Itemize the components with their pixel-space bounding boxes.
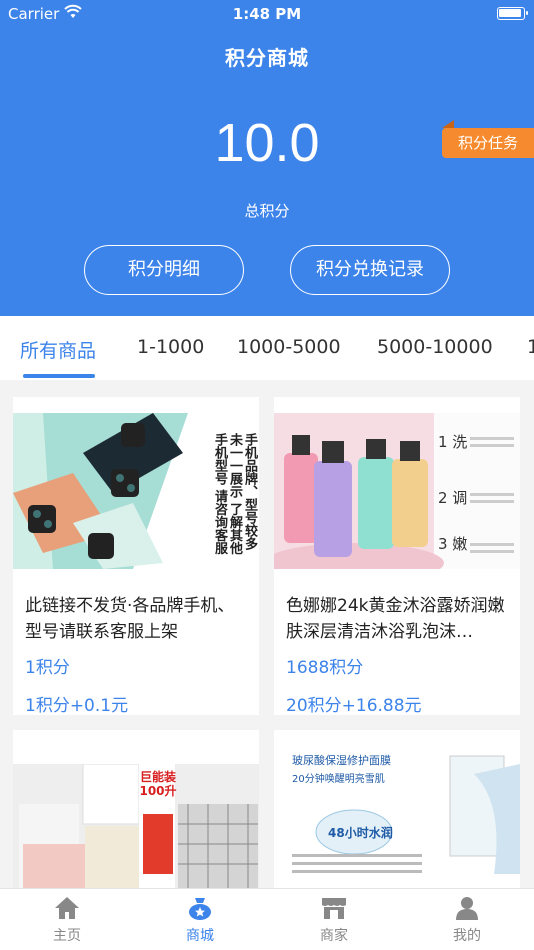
tabbar-label: 我的: [453, 928, 481, 944]
product-image-caption: 巨能装: [139, 770, 176, 784]
product-name: 此链接不发货·各品牌手机、型号请联系客服上架: [25, 596, 235, 642]
product-image-step: 3 嫩: [438, 535, 468, 553]
product-card[interactable]: 玻尿酸保湿修护面膜 20分钟唤醒明亮雪肌 48小时水润: [274, 730, 520, 890]
tab-all-products[interactable]: 所有商品: [20, 336, 96, 363]
product-image: 1 洗 2 调 3 嫩: [274, 413, 520, 569]
product-image-caption: 100升: [139, 784, 177, 798]
tab-next[interactable]: 1: [527, 336, 534, 358]
battery-icon: [497, 7, 528, 20]
shop-icon: [322, 898, 346, 919]
tabbar-home[interactable]: 主页: [27, 895, 107, 945]
tabbar-label: 商城: [186, 928, 214, 944]
tabbar-mall[interactable]: 商城: [160, 895, 240, 945]
product-card[interactable]: 巨能装 100升: [13, 730, 259, 890]
status-bar: Carrier 1:48 PM: [0, 0, 534, 28]
product-card[interactable]: 手机品牌、型号较多 未一一展示 了解其他手机型号 请咨询客服 此链接不发货·各品…: [13, 397, 259, 715]
points-detail-button[interactable]: 积分明细: [84, 245, 244, 295]
product-card[interactable]: 1 洗 2 调 3 嫩 色娜娜24k黄金沐浴露娇润嫩肤深层清洁沐浴乳泡沫… 16…: [274, 397, 520, 715]
product-price: 20积分+16.88元: [286, 696, 422, 715]
user-icon: [456, 897, 478, 920]
product-name: 色娜娜24k黄金沐浴露娇润嫩肤深层清洁沐浴乳泡沫…: [286, 596, 505, 642]
product-image: 巨能装 100升: [13, 764, 259, 890]
product-image: 手机品牌、型号较多 未一一展示 了解其他手机型号 请咨询客服: [13, 413, 259, 569]
tabbar-profile[interactable]: 我的: [427, 895, 507, 945]
header: Carrier 1:48 PM 积分商城 10.0 总积分 积分任务 积分明细 …: [0, 0, 534, 316]
mall-bag-icon: [189, 898, 211, 920]
points-task-badge[interactable]: 积分任务: [442, 120, 534, 158]
page-title: 积分商城: [225, 46, 309, 70]
product-image-caption: 玻尿酸保湿修护面膜: [292, 754, 391, 767]
tabbar-merchant[interactable]: 商家: [294, 895, 374, 945]
product-image-caption: 48小时水润: [328, 826, 393, 840]
total-points-label: 总积分: [244, 202, 290, 220]
product-image-caption: 20分钟唤醒明亮雪肌: [292, 774, 385, 785]
active-tab-indicator: [23, 374, 95, 378]
product-image-caption: 手机品牌、型号较多 未一一展示 了解其他手机型号 请咨询客服: [212, 433, 257, 555]
product-image-step: 2 调: [438, 489, 468, 507]
product-points: 1积分: [25, 658, 70, 678]
product-points: 1688积分: [286, 658, 364, 678]
product-price: 1积分+0.1元: [25, 696, 129, 715]
home-icon: [55, 897, 79, 919]
category-tabs: 所有商品 1-1000 1000-5000 5000-10000 1: [0, 316, 534, 380]
tabbar-label: 主页: [53, 928, 81, 944]
product-image-step: 1 洗: [438, 433, 468, 451]
product-image: 玻尿酸保湿修护面膜 20分钟唤醒明亮雪肌 48小时水润: [274, 744, 520, 890]
tab-1-1000[interactable]: 1-1000: [137, 336, 204, 358]
tab-1000-5000[interactable]: 1000-5000: [237, 336, 341, 358]
tabbar-label: 商家: [320, 928, 348, 944]
status-time: 1:48 PM: [232, 5, 302, 23]
bottom-tab-bar: 主页 商城 商家 我的: [0, 888, 534, 950]
exchange-record-button[interactable]: 积分兑换记录: [290, 245, 450, 295]
tab-5000-10000[interactable]: 5000-10000: [377, 336, 493, 358]
